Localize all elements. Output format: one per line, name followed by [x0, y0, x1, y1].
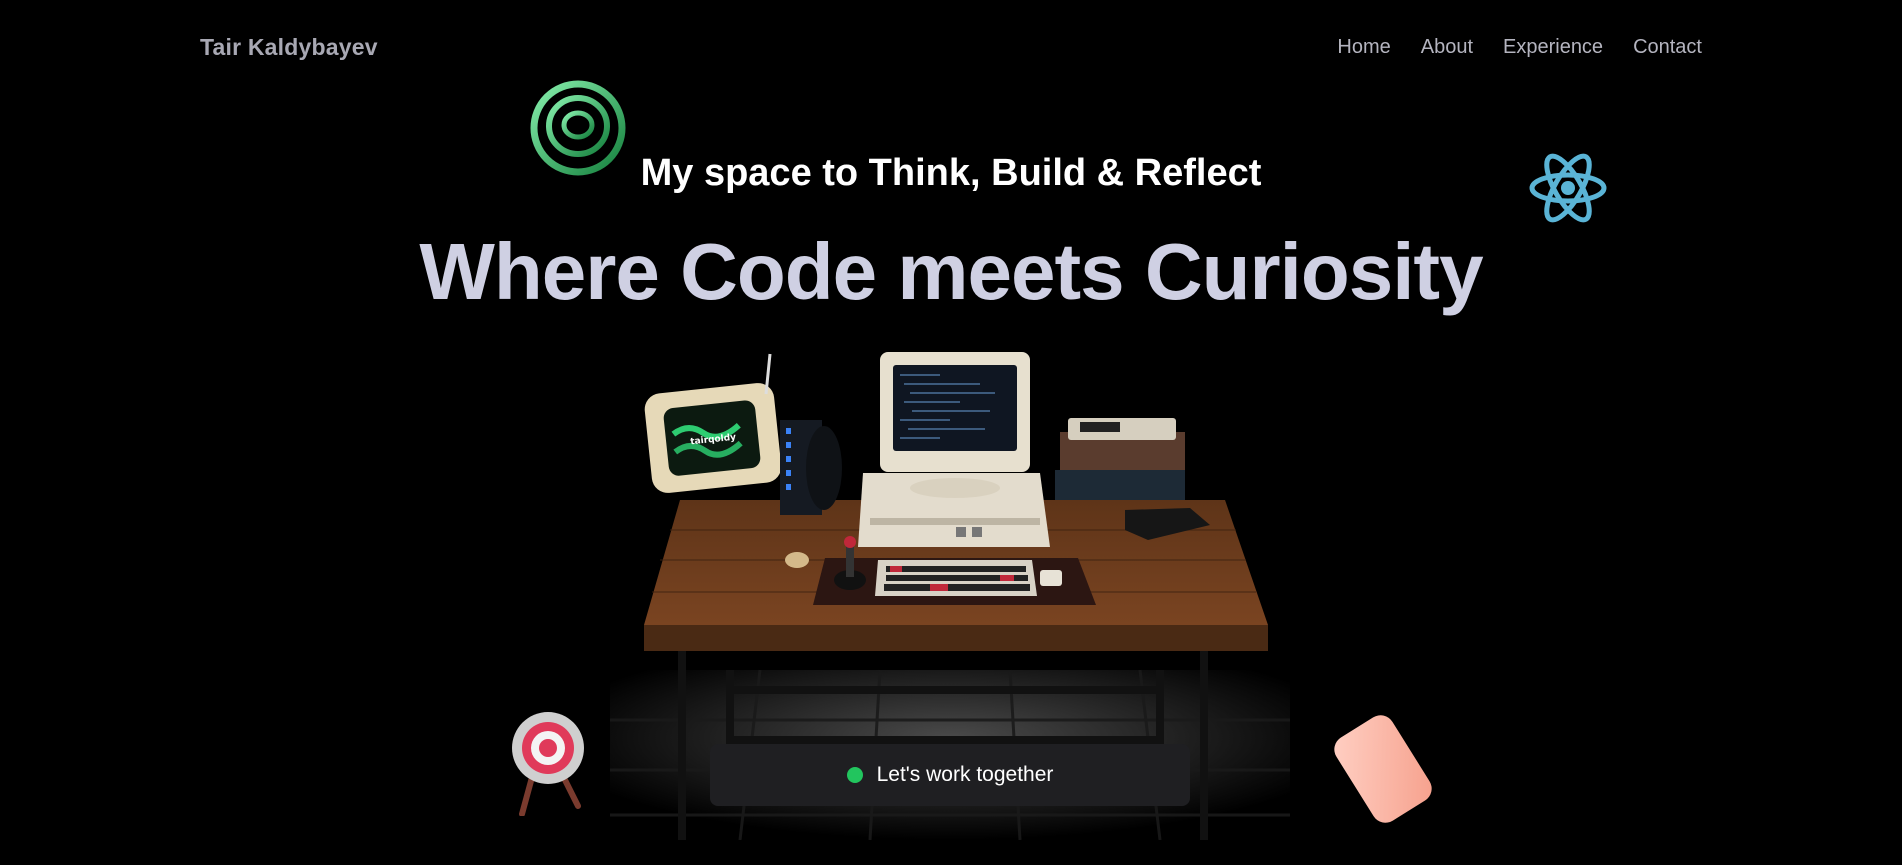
react-atom-icon — [1528, 152, 1608, 224]
target-icon — [508, 710, 588, 817]
top-navbar: Tair Kaldybayev Home About Experience Co… — [0, 0, 1902, 96]
nav-link-contact[interactable]: Contact — [1633, 36, 1702, 59]
cta-label: Let's work together — [876, 763, 1054, 786]
brand-logo[interactable]: Tair Kaldybayev — [200, 34, 378, 61]
nav-link-home[interactable]: Home — [1337, 36, 1390, 59]
nav-link-about[interactable]: About — [1421, 36, 1473, 59]
nav-link-experience[interactable]: Experience — [1503, 36, 1603, 59]
lets-work-together-button[interactable]: Let's work together — [710, 744, 1190, 806]
status-dot-icon — [846, 767, 863, 783]
nav-links: Home About Experience Contact — [1337, 36, 1702, 59]
hero-subtitle: My space to Think, Build & Reflect — [640, 152, 1262, 194]
eraser-icon — [1328, 706, 1450, 828]
hero-headline: Where Code meets Curiosity — [419, 227, 1483, 316]
